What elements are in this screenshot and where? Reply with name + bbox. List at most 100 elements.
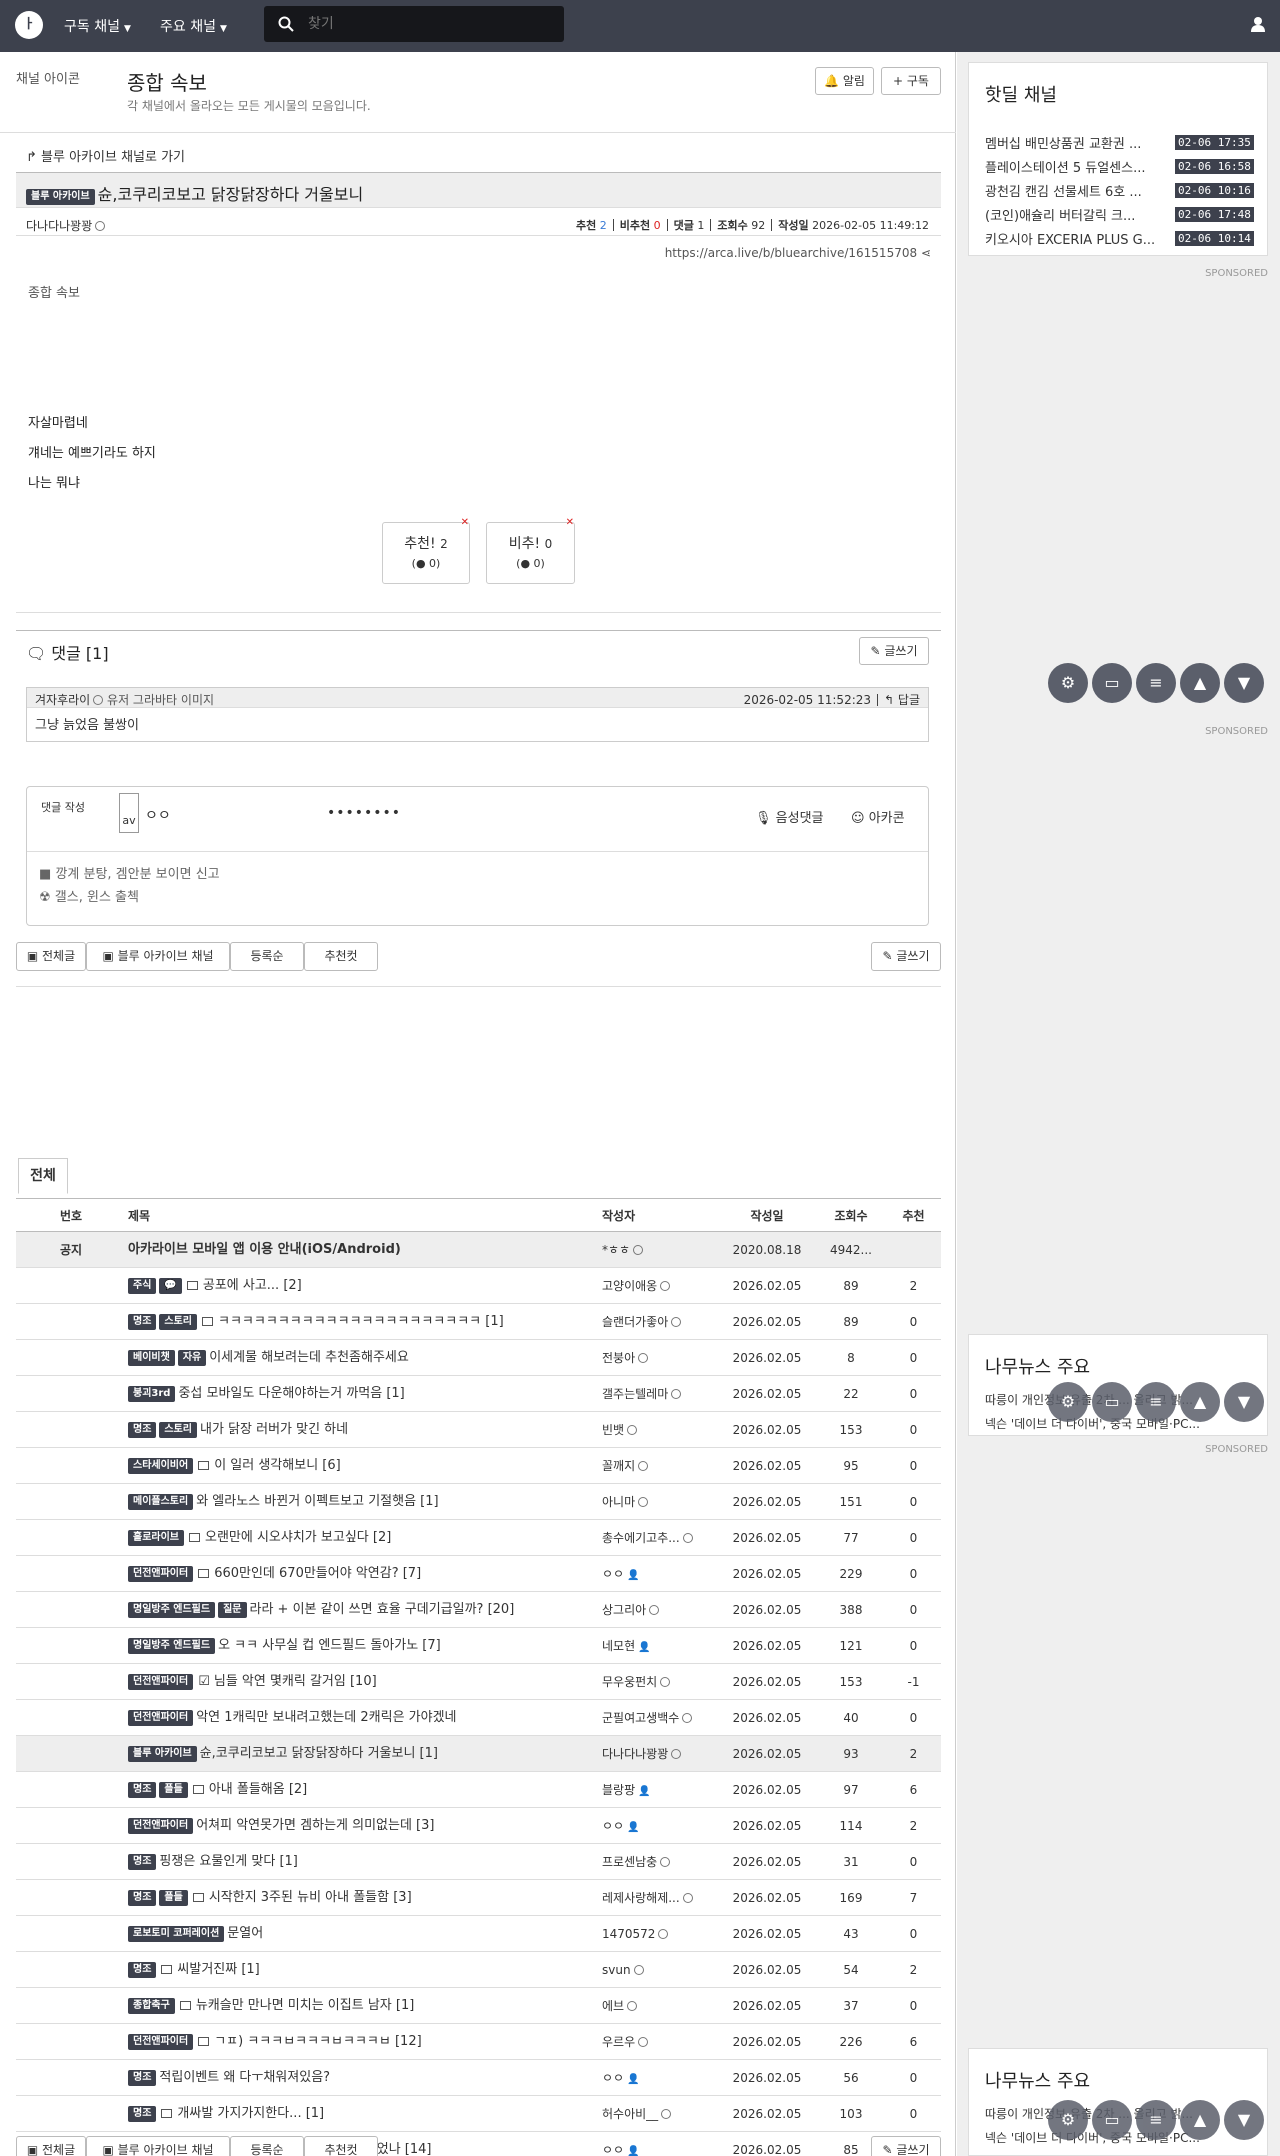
category-badge[interactable]: 베이비챗 xyxy=(128,1350,175,1366)
close-icon[interactable]: ✕ xyxy=(566,517,574,528)
chat-icon[interactable]: ▭ xyxy=(1092,1382,1132,1422)
category-badge[interactable]: 던전앤파이터 xyxy=(128,1818,194,1834)
comment-author[interactable]: 겨자후라이 유저 그라바타 이미지 xyxy=(35,691,214,708)
category-badge[interactable]: 던전앤파이터 xyxy=(128,2034,194,2050)
article-author[interactable]: 슬랜더가좋아 xyxy=(602,1315,668,1329)
chat-icon[interactable]: ▭ xyxy=(1092,2100,1132,2140)
subscribe-button[interactable]: + 구독 xyxy=(881,67,941,95)
table-row[interactable]: 명조 적립이벤트 왜 다ㅜ채워져있음? ㅇㅇ 👤 2026.02.05 56 0 xyxy=(16,2060,941,2096)
comment-textarea[interactable]: ■ 깡계 분탕, 겜안분 보이면 신고 ☢ 갤스, 윈스 출첵 xyxy=(39,863,220,909)
table-row[interactable]: 명조 핑쟁은 요물인게 맞다 [1] 프로센남충 2026.02.05 31 0 xyxy=(16,1844,941,1880)
article-author[interactable]: 빈뱃 xyxy=(602,1423,624,1437)
table-row[interactable]: 블루 아카이브 슌,코쿠리코보고 닭장닭장하다 거울보니 [1] 다나다나꽝꽝 202… xyxy=(16,1736,941,1772)
table-row[interactable]: 명조 개싸발 가지가지한다... [1] 허수아비__ 2026.02.05 103 0 xyxy=(16,2096,941,2132)
close-icon[interactable]: ✕ xyxy=(461,517,469,528)
post-url[interactable]: https://arca.live/b/bluearchive/16151570… xyxy=(665,246,931,260)
channel-button[interactable]: ▣ 블루 아카이브 채널 xyxy=(86,942,230,971)
category-badge[interactable]: 블루 아카이브 xyxy=(128,1746,197,1762)
gear-icon[interactable]: ⚙ xyxy=(1048,1382,1088,1422)
article-author[interactable]: 고양이애옹 xyxy=(602,1279,657,1293)
user-icon[interactable] xyxy=(1250,16,1266,32)
table-row[interactable]: 던전앤파이터 ☑ 님들 악연 몇캐릭 갈거임 [10] 무우웅펀치 2026.02.05… xyxy=(16,1664,941,1700)
category-badge[interactable]: 명조 xyxy=(128,2106,157,2122)
article-title[interactable]: 내가 닭장 러버가 맞긴 하네 xyxy=(200,1422,348,1437)
table-row[interactable]: 던전앤파이터 어쳐피 악연못가면 겜하는게 의미없는데 [3] ㅇㅇ 👤 2026.02… xyxy=(16,1808,941,1844)
article-title[interactable]: 님들 악연 몇캐릭 갈거임 [10] xyxy=(214,1674,377,1689)
comment-password-field[interactable]: •••••••• xyxy=(327,805,401,821)
post-category-badge[interactable]: 블루 아카이브 xyxy=(26,189,95,205)
chat-icon[interactable]: ▭ xyxy=(1092,663,1132,703)
table-row[interactable]: 주식 💬 공포에 사고... [2] 고양이애옹 2026.02.05 89 2 xyxy=(16,1268,941,1304)
table-row[interactable]: 던전앤파이터 660만인데 670만들어야 악연감? [7] ㅇㅇ 👤 2026.02.… xyxy=(16,1556,941,1592)
category-badge[interactable]: 스토리 xyxy=(159,1422,198,1438)
table-row[interactable]: 명조 플들 아내 폴들해옴 [2] 블랑팡 👤 2026.02.05 97 6 xyxy=(16,1772,941,1808)
article-title[interactable]: 오랜만에 시오샤치가 보고싶다 [2] xyxy=(205,1530,391,1545)
article-title[interactable]: 중섭 모바일도 다운해야하는거 까먹음 [1] xyxy=(178,1386,404,1401)
article-author[interactable]: 갤주는텔레마 xyxy=(602,1387,668,1401)
table-row[interactable]: 베이비챗 자유 이세계물 해보려는데 추천좀해주세요 전붕아 2026.02.05 8 0 xyxy=(16,1340,941,1376)
downvote-button[interactable]: 비추! 0 (● 0) ✕ xyxy=(486,517,575,584)
document-icon[interactable]: ≡ xyxy=(1136,1382,1176,1422)
category-badge[interactable]: 💬 xyxy=(159,1278,182,1294)
article-author[interactable]: ㅇㅇ xyxy=(602,2071,624,2085)
article-author[interactable]: ㅇㅇ xyxy=(602,1819,624,1833)
category-badge[interactable]: 명조 xyxy=(128,1314,157,1330)
category-badge[interactable]: 자유 xyxy=(177,1350,207,1366)
category-badge[interactable]: 홀로라이브 xyxy=(128,1530,184,1546)
table-row[interactable]: 던전앤파이터 ㄱㅍ) ㅋㅋㅋㅂㅋㅋㅋㅂㅋㅋㅋㅂ [12] 우르우 2026.02.05… xyxy=(16,2024,941,2060)
all-posts-button[interactable]: ▣ 전체글 xyxy=(16,942,86,971)
category-badge[interactable]: 질문 xyxy=(218,1602,247,1618)
article-author[interactable]: 상그리아 xyxy=(602,1603,646,1617)
upvote-button[interactable]: 추천! 2 (● 0) ✕ xyxy=(382,517,470,584)
arrow-up-icon[interactable]: ▲ xyxy=(1180,663,1220,703)
category-badge[interactable]: 명조 xyxy=(128,1890,157,1906)
article-title[interactable]: 문열어 xyxy=(227,1926,263,1941)
post-author[interactable]: 다나다나꽝꽝 xyxy=(26,217,106,234)
article-title[interactable]: 어쳐피 악연못가면 겜하는게 의미없는데 [3] xyxy=(196,1818,434,1833)
article-title[interactable]: 라라 + 이본 같이 쓰면 효율 구데기급일까? [20] xyxy=(250,1602,515,1617)
category-badge[interactable]: 명조 xyxy=(128,2070,157,2086)
all-posts-button[interactable]: ▣ 전체글 xyxy=(16,2136,86,2156)
table-row[interactable]: 명일방주 엔드필드 오 ㅋㅋ 사무실 컵 엔드필드 돌아가노 [7] 네모현 👤 202… xyxy=(16,1628,941,1664)
sort-order-select[interactable]: 등록순 xyxy=(230,2136,304,2156)
gear-icon[interactable]: ⚙ xyxy=(1048,2100,1088,2140)
article-title[interactable]: 공포에 사고... [2] xyxy=(203,1278,302,1293)
hotdeal-item[interactable]: 멤버십 배민상품권 교환권 ... 02-06 17:35 xyxy=(985,133,1275,152)
article-title[interactable]: 적립이벤트 왜 다ㅜ채워져있음? xyxy=(159,2070,330,2085)
category-badge[interactable]: 던전앤파이터 xyxy=(128,1710,194,1726)
arrow-down-icon[interactable]: ▼ xyxy=(1224,1382,1264,1422)
document-icon[interactable]: ≡ xyxy=(1136,663,1176,703)
category-badge[interactable]: 종합축구 xyxy=(128,1998,175,2014)
table-row[interactable]: 던전앤파이터 악연 1캐릭만 보내려고했는데 2캐릭은 가야겠네 군필여고생백수 20… xyxy=(16,1700,941,1736)
hotdeal-item[interactable]: (코인)애슐리 버터갈릭 크... 02-06 17:48 xyxy=(985,205,1275,224)
table-row[interactable]: 로보토미 코퍼레이션 문열어 1470572 2026.02.05 43 0 xyxy=(16,1916,941,1952)
category-badge[interactable]: 명조 xyxy=(128,1782,157,1798)
category-badge[interactable]: 던전앤파이터 xyxy=(128,1674,194,1690)
article-title[interactable]: 이 일러 생각해보니 [6] xyxy=(214,1458,341,1473)
table-row[interactable]: 명일방주 엔드필드 질문 라라 + 이본 같이 쓰면 효율 구데기급일까? [20]… xyxy=(16,1592,941,1628)
post-write-button[interactable]: ✎ 글쓰기 xyxy=(871,2136,941,2156)
article-title[interactable]: 660만인데 670만들어야 악연감? [7] xyxy=(214,1566,421,1581)
table-row[interactable]: 스타세이비어 이 일러 생각해보니 [6] 꼴깨지 2026.02.05 95 0 xyxy=(16,1448,941,1484)
article-author[interactable]: 프로센남충 xyxy=(602,1855,657,1869)
article-title[interactable]: 오 ㅋㅋ 사무실 컵 엔드필드 돌아가노 [7] xyxy=(218,1638,441,1653)
category-badge[interactable]: 명조 xyxy=(128,1854,157,1870)
comment-write-button[interactable]: ✎ 글쓰기 xyxy=(859,637,929,665)
article-author[interactable]: 블랑팡 xyxy=(602,1783,635,1797)
article-title[interactable]: 악연 1캐릭만 보내려고했는데 2캐릭은 가야겠네 xyxy=(196,1710,456,1725)
reply-button[interactable]: ↰ 답글 xyxy=(884,693,920,707)
article-title[interactable]: 개싸발 가지가지한다... [1] xyxy=(177,2106,324,2121)
article-title[interactable]: ㅋㅋㅋㅋㅋㅋㅋㅋㅋㅋㅋㅋㅋㅋㅋㅋㅋㅋㅋㅋㅋㅋ [1] xyxy=(218,1314,504,1329)
nav-major-dropdown[interactable]: 주요 채널 ▼ xyxy=(160,16,227,36)
document-icon[interactable]: ≡ xyxy=(1136,2100,1176,2140)
voice-comment-button[interactable]: 🎙 음성댓글 xyxy=(755,807,824,826)
channel-button[interactable]: ▣ 블루 아카이브 채널 xyxy=(86,2136,230,2156)
hotdeal-item[interactable]: 플레이스테이션 5 듀얼센스... 02-06 16:58 xyxy=(985,157,1275,176)
category-badge[interactable]: 스타세이비어 xyxy=(128,1458,194,1474)
category-badge[interactable]: 스토리 xyxy=(159,1314,198,1330)
arca-logo-icon[interactable]: ㅏ xyxy=(15,11,43,39)
sort-order-select[interactable]: 등록순 xyxy=(230,942,304,971)
article-author[interactable]: svun xyxy=(602,1963,631,1977)
article-title[interactable]: 아내 폴들해옴 [2] xyxy=(209,1782,307,1797)
arcacon-button[interactable]: ☺ 아카콘 xyxy=(851,807,905,826)
